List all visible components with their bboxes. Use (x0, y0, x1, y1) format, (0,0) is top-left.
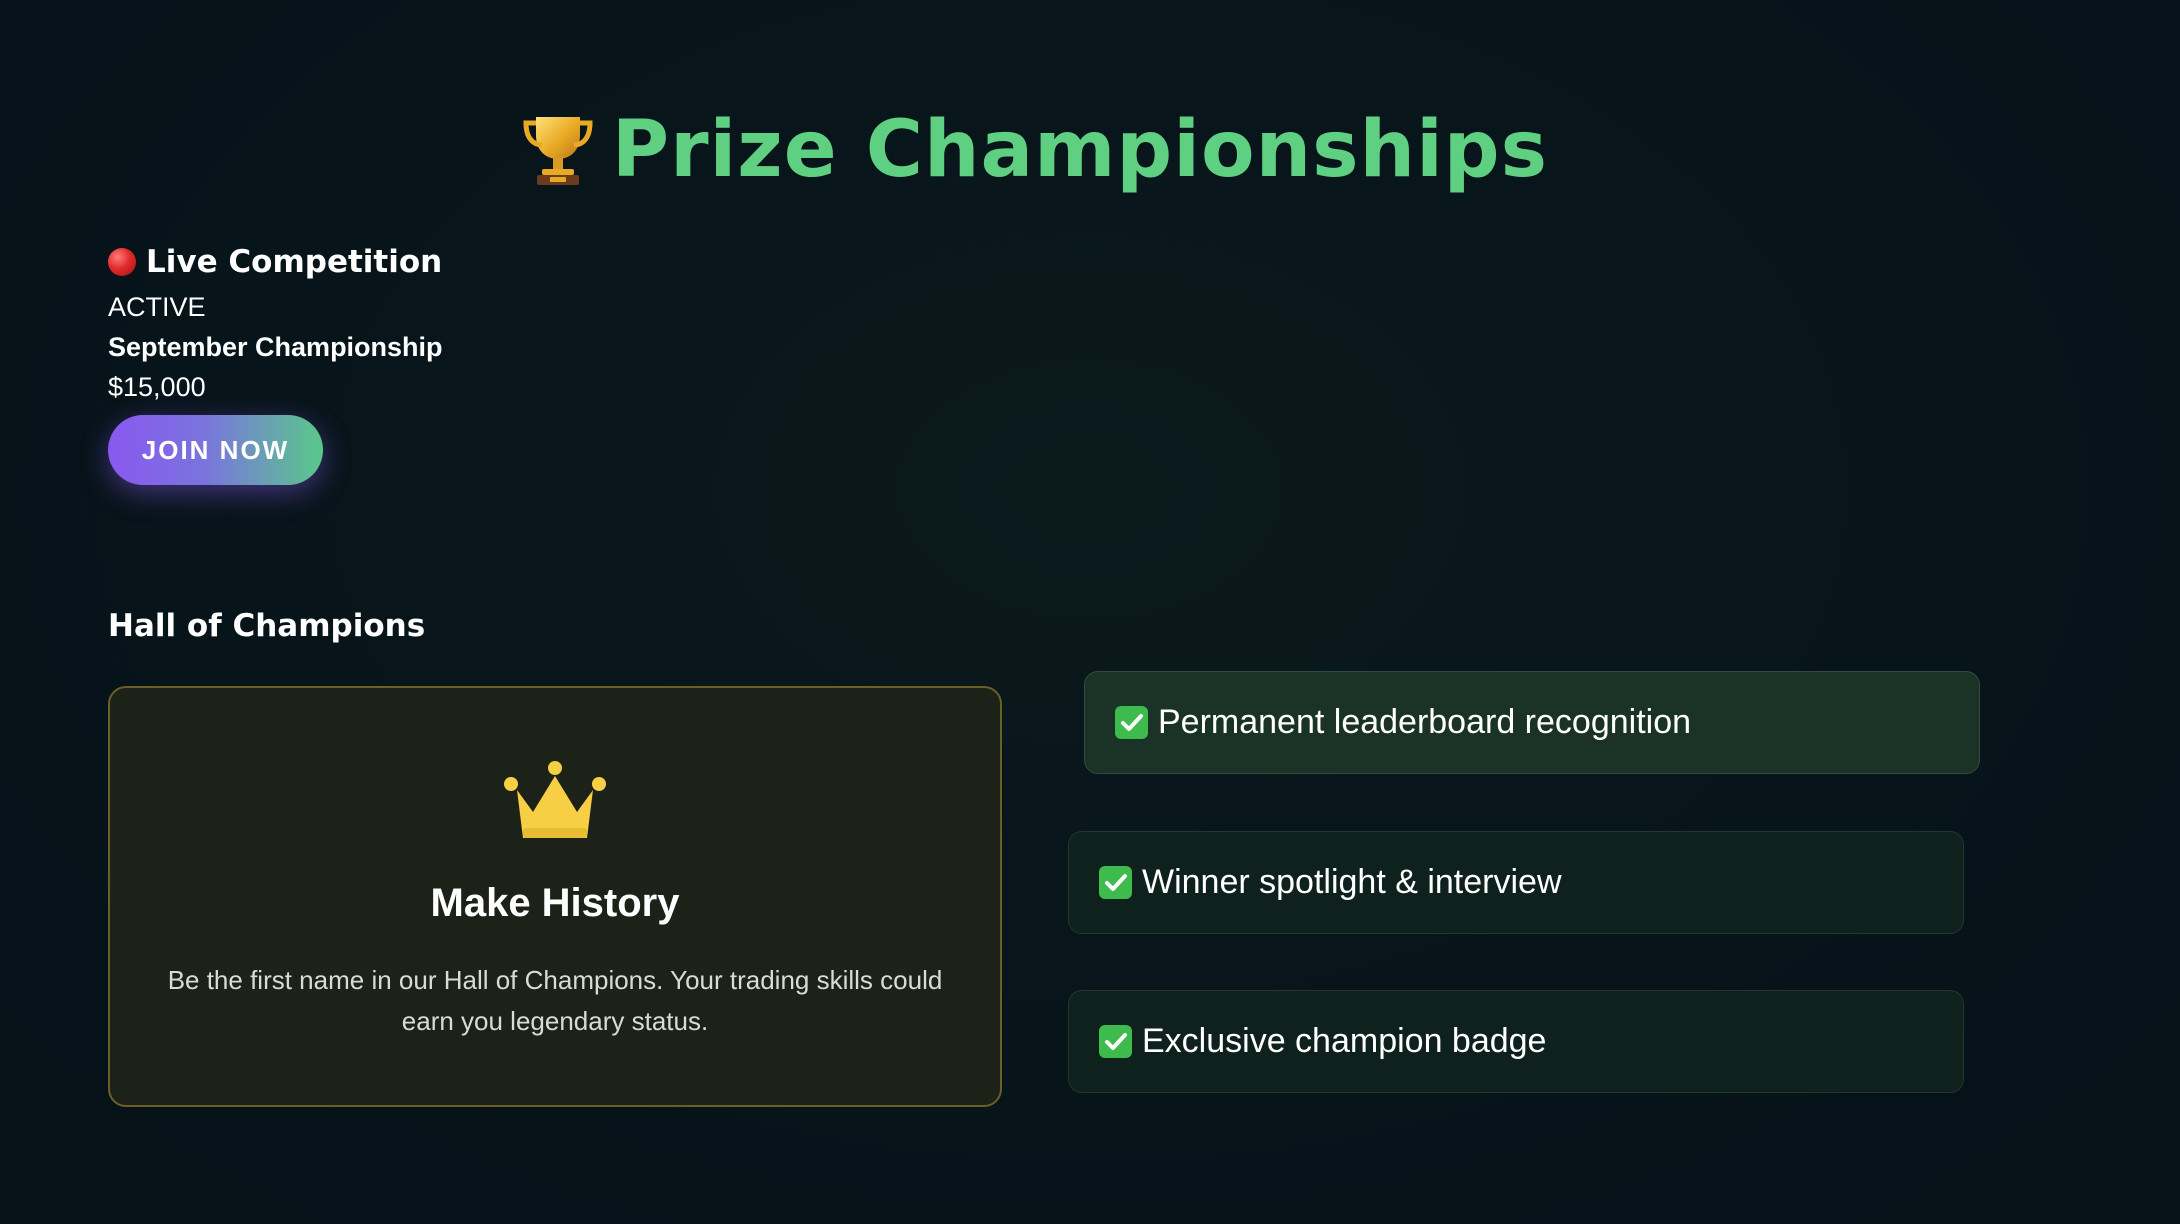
join-now-button[interactable]: JOIN NOW (108, 415, 323, 485)
competition-name: September Championship (108, 332, 443, 362)
benefit-item: Exclusive champion badge (1068, 990, 1964, 1093)
benefit-label: Permanent leaderboard recognition (1158, 703, 1692, 741)
live-competition-section: Live Competition ACTIVE September Champi… (108, 240, 443, 485)
benefit-item: Winner spotlight & interview (1068, 831, 1964, 934)
check-icon (1115, 706, 1148, 739)
live-competition-heading: Live Competition (108, 240, 443, 284)
make-history-title: Make History (430, 881, 680, 925)
make-history-card: Make History Be the first name in our Ha… (108, 686, 1002, 1107)
red-circle-icon (108, 248, 136, 276)
benefit-label: Winner spotlight & interview (1142, 863, 1562, 901)
benefit-label: Exclusive champion badge (1142, 1022, 1547, 1060)
page-title-text: Prize Championships (611, 105, 1549, 196)
trophy-icon (523, 116, 593, 185)
page-title: Prize Championships (0, 104, 2070, 196)
make-history-text: Be the first name in our Hall of Champio… (167, 965, 943, 1036)
hall-of-champions-heading: Hall of Champions (108, 607, 426, 644)
check-icon (1099, 1025, 1132, 1058)
check-icon (1099, 866, 1132, 899)
competition-prize: $15,000 (108, 372, 206, 402)
live-competition-heading-text: Live Competition (146, 244, 443, 280)
competition-status: ACTIVE (108, 292, 206, 322)
crown-icon (504, 761, 606, 838)
benefit-item: Permanent leaderboard recognition (1084, 671, 1980, 774)
